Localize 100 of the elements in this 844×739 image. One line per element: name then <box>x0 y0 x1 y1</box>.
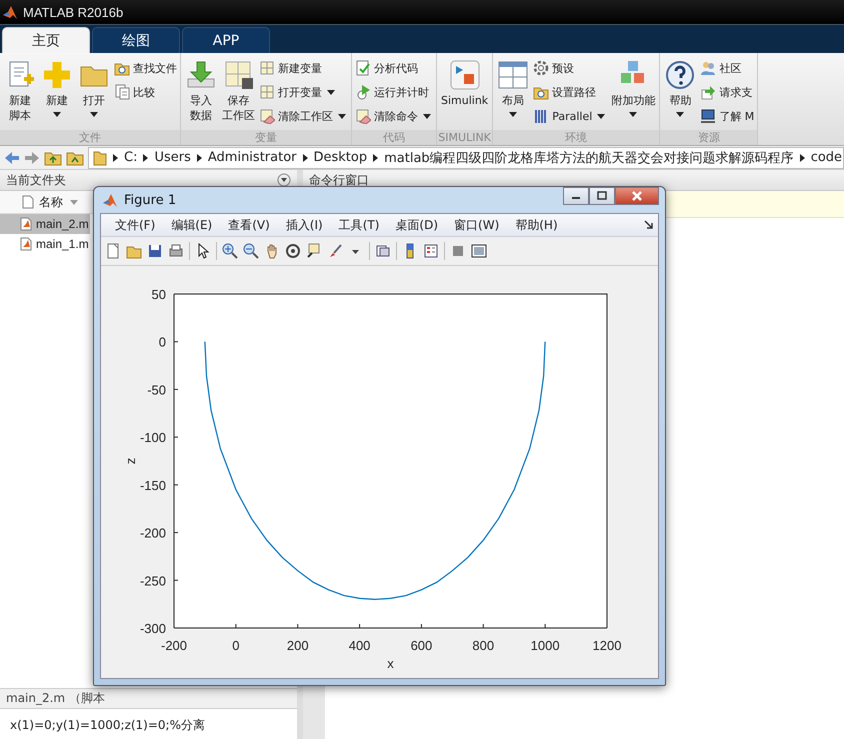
minimize-button[interactable] <box>563 187 589 205</box>
ribbon-button[interactable]: 新建 脚本 <box>2 57 38 130</box>
ribbon-button[interactable]: 分析代码 <box>354 57 434 79</box>
up-folder-icon[interactable] <box>44 150 62 166</box>
ribbon-button[interactable]: 比较 <box>113 81 178 103</box>
tick-label: -200 <box>140 526 166 541</box>
ribbon-button[interactable]: 清除命令 <box>354 105 434 127</box>
tick-label: 0 <box>232 638 240 653</box>
ribbon-button[interactable]: 社区 <box>699 57 756 79</box>
window-title: MATLAB R2016b <box>23 4 124 20</box>
file-item[interactable]: main_2.m <box>0 214 90 234</box>
ribbon-button[interactable]: 新建 <box>39 57 75 130</box>
ribbon-button[interactable]: 设置路径 <box>532 81 608 103</box>
ribbon-button[interactable]: 打开变量 <box>258 81 349 103</box>
chevron-icon <box>373 154 378 162</box>
menu-item[interactable]: 文件(F) <box>107 216 164 234</box>
maximize-icon <box>597 191 607 201</box>
ribbon-button[interactable]: Simulink <box>439 57 490 130</box>
people-icon <box>700 60 716 76</box>
dock-arrow-icon[interactable] <box>644 220 654 230</box>
ribbon-button[interactable]: 帮助 <box>662 57 698 130</box>
menu-item[interactable]: 窗口(W) <box>446 216 508 234</box>
chevron-icon <box>302 154 308 162</box>
menu-item[interactable]: 桌面(D) <box>387 216 446 234</box>
menu-item[interactable]: 插入(I) <box>278 216 331 234</box>
chevron-icon <box>800 154 805 162</box>
tick-label: 800 <box>472 638 494 653</box>
sort-caret-icon <box>70 200 78 204</box>
back-icon[interactable] <box>4 150 20 164</box>
ribbon-button[interactable]: 导入 数据 <box>183 57 219 130</box>
simulink-icon <box>448 59 481 91</box>
ribbon-button[interactable]: 请求支 <box>699 81 756 103</box>
tick-label: 50 <box>152 287 166 302</box>
path-segment[interactable]: C: <box>124 150 138 165</box>
ribbon-tab[interactable]: 绘图 <box>92 27 180 53</box>
ribbon-button[interactable]: 预设 <box>532 57 608 79</box>
figure-title: Figure 1 <box>124 192 176 208</box>
tick-label: -100 <box>140 430 166 446</box>
file-item[interactable]: main_1.m <box>0 234 90 254</box>
menu-item[interactable]: 帮助(H) <box>507 216 566 234</box>
chevron-icon <box>196 154 202 162</box>
group-label: 环境 <box>493 130 660 145</box>
new-variable-icon <box>259 60 275 76</box>
ribbon-button[interactable]: 保存 工作区 <box>220 57 257 130</box>
path-segment[interactable]: code <box>810 150 842 165</box>
tick-label: -50 <box>147 382 166 398</box>
compare-documents-icon <box>114 84 130 100</box>
zoom-in-icon[interactable] <box>222 243 238 259</box>
path-segment[interactable]: matlab编程四级四阶龙格库塔方法的航天器交会对接问题求解源码程序 <box>384 148 794 166</box>
brush-icon[interactable] <box>327 243 343 259</box>
zoom-out-icon[interactable] <box>243 243 259 259</box>
ribbon-button[interactable]: 新建变量 <box>258 57 349 79</box>
ribbon-tab[interactable]: APP <box>182 27 270 53</box>
window-icon[interactable] <box>471 243 487 259</box>
save-icon[interactable] <box>147 243 163 259</box>
print-icon[interactable] <box>168 243 184 259</box>
path-segment[interactable]: Desktop <box>314 150 368 165</box>
ribbon-button[interactable]: 了解 M <box>699 105 756 127</box>
ribbon-button[interactable]: 查找文件 <box>113 57 178 79</box>
plus-icon <box>41 59 73 91</box>
square-icon[interactable] <box>450 243 466 259</box>
ribbon-button[interactable]: 打开 <box>76 57 112 130</box>
data-cursor-icon[interactable] <box>306 243 322 259</box>
panel-menu-icon[interactable] <box>277 173 291 187</box>
path-segment[interactable]: Users <box>154 150 191 165</box>
group-label: SIMULINK <box>437 130 492 145</box>
menu-item[interactable]: 编辑(E) <box>163 216 220 234</box>
gear-icon <box>533 60 550 76</box>
ribbon-button[interactable]: 附加功能 <box>609 57 658 130</box>
path-field[interactable]: C: Users Administrator Desktop matlab编程四级四阶龙格库塔方法的航天器交会对接问题求解源码程序 code <box>88 146 844 168</box>
browse-folder-icon[interactable] <box>66 150 84 166</box>
chevron-icon <box>113 154 118 162</box>
ribbon-button[interactable]: 布局 <box>495 57 532 130</box>
run-timer-icon <box>355 84 371 100</box>
ribbon-button[interactable]: 运行并计时 <box>354 81 434 103</box>
axis-label: z <box>123 458 138 464</box>
file-icon <box>22 195 34 209</box>
legend-icon[interactable] <box>423 243 439 259</box>
analyze-code-icon <box>355 60 371 76</box>
ribbon-button[interactable]: 清除工作区 <box>258 105 349 127</box>
axis-label: x <box>387 656 394 671</box>
path-segment[interactable]: Administrator <box>208 150 296 165</box>
maximize-button[interactable] <box>589 187 615 205</box>
ribbon-tab[interactable]: 主页 <box>2 27 90 53</box>
close-button[interactable] <box>615 187 659 205</box>
code-preview: x(1)=0;y(1)=1000;z(1)=0;%分离 <box>9 717 206 734</box>
folder-icon <box>93 150 107 166</box>
menu-item[interactable]: 工具(T) <box>330 216 388 234</box>
group-label: 代码 <box>352 130 436 145</box>
eraser-icon <box>259 108 275 124</box>
logo-icon <box>102 192 118 208</box>
column-header[interactable]: 名称 <box>39 194 63 210</box>
ribbon-button[interactable]: Parallel <box>532 105 608 127</box>
menu-item[interactable]: 查看(V) <box>220 216 278 234</box>
tick-label: 600 <box>410 638 432 653</box>
group-label: 变量 <box>181 130 351 145</box>
new-file-icon[interactable] <box>105 243 121 259</box>
tick-label: -150 <box>140 478 166 493</box>
layout-icon <box>497 59 530 91</box>
arrow-icon <box>700 84 716 100</box>
